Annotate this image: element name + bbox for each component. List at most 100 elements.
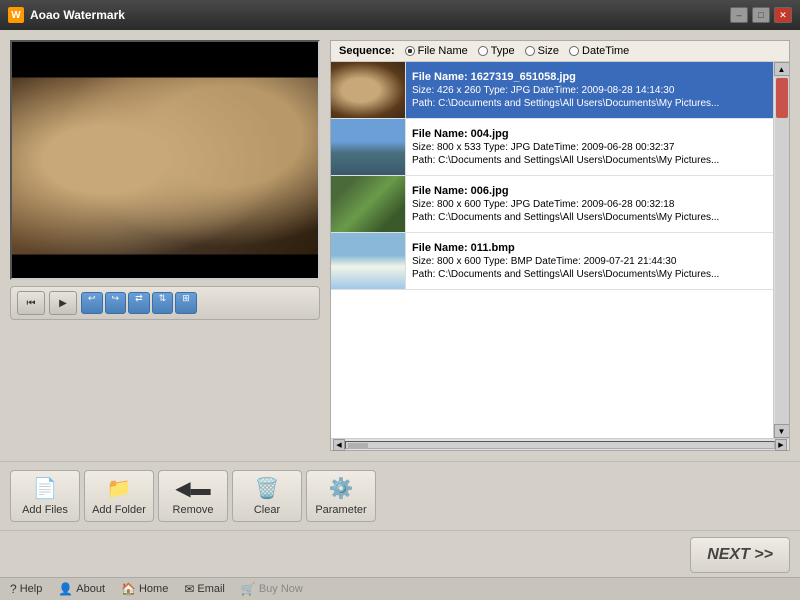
scroll-right-arrow[interactable]: ▶ [775,439,787,451]
h-scroll-track[interactable] [345,441,775,449]
file-item-3[interactable]: File Name: 006.jpg Size: 800 x 600 Type:… [331,176,773,233]
horizontal-scrollbar[interactable]: ◀ ▶ [331,438,789,450]
file-thumb-4 [331,233,406,289]
email-link[interactable]: ✉ Email [184,582,225,596]
sequence-label: Sequence: [339,45,395,57]
file-path-1: Path: C:\Documents and Settings\All User… [412,98,767,109]
window-controls: – □ ✕ [730,7,792,23]
file-meta-4: Size: 800 x 600 Type: BMP DateTime: 2009… [412,256,767,267]
bottom-area: NEXT >> [0,530,800,577]
right-panel: Sequence: File Name Type Size DateTime [330,40,790,451]
radio-size-label: Size [538,45,559,57]
clear-button[interactable]: 🗑️ Clear [232,470,302,522]
main-window: ⏮ ▶ ↩ ↪ ⇄ ⇅ ⊞ Sequence: File Name [0,30,800,600]
radio-type-label: Type [491,45,515,57]
about-icon: 👤 [58,582,73,596]
file-name-1: File Name: 1627319_651058.jpg [412,71,767,83]
content-area: ⏮ ▶ ↩ ↪ ⇄ ⇅ ⊞ Sequence: File Name [0,30,800,461]
play-button[interactable]: ▶ [49,291,77,315]
file-thumb-1 [331,62,406,118]
add-files-button[interactable]: 📄 Add Files [10,470,80,522]
video-image [12,42,318,278]
add-folder-label: Add Folder [92,504,146,516]
file-path-2: Path: C:\Documents and Settings\All User… [412,155,767,166]
file-name-4: File Name: 011.bmp [412,242,767,254]
left-panel: ⏮ ▶ ↩ ↪ ⇄ ⇅ ⊞ [10,40,320,451]
home-icon: 🏠 [121,582,136,596]
home-link[interactable]: 🏠 Home [121,582,168,596]
add-folder-icon: 📁 [107,476,132,501]
radio-datetime-label: DateTime [582,45,629,57]
file-item-1[interactable]: File Name: 1627319_651058.jpg Size: 426 … [331,62,773,119]
file-meta-3: Size: 800 x 600 Type: JPG DateTime: 2009… [412,199,767,210]
radio-filename[interactable]: File Name [405,45,468,57]
radio-size[interactable]: Size [525,45,559,57]
scroll-up-arrow[interactable]: ▲ [774,62,790,76]
h-scroll-thumb[interactable] [348,443,368,449]
add-folder-button[interactable]: 📁 Add Folder [84,470,154,522]
file-path-4: Path: C:\Documents and Settings\All User… [412,269,767,280]
help-label: Help [20,583,43,595]
rotate-left-button[interactable]: ↩ [81,292,103,314]
parameter-button[interactable]: ⚙️ Parameter [306,470,376,522]
parameter-icon: ⚙️ [329,476,354,501]
radio-size-circle [525,46,535,56]
app-icon: W [8,7,24,23]
vertical-scrollbar[interactable]: ▲ ▼ [773,62,789,438]
about-label: About [76,583,105,595]
radio-filename-label: File Name [418,45,468,57]
title-bar: W Aoao Watermark – □ ✕ [0,0,800,30]
email-icon: ✉ [184,582,194,596]
file-thumb-3 [331,176,406,232]
file-meta-1: Size: 426 x 260 Type: JPG DateTime: 2009… [412,85,767,96]
file-meta-2: Size: 800 x 533 Type: JPG DateTime: 2009… [412,142,767,153]
home-label: Home [139,583,168,595]
file-item-2[interactable]: File Name: 004.jpg Size: 800 x 533 Type:… [331,119,773,176]
file-info-2: File Name: 004.jpg Size: 800 x 533 Type:… [406,119,773,175]
remove-label: Remove [173,504,214,516]
clear-label: Clear [254,504,280,516]
email-label: Email [197,583,225,595]
prev-button[interactable]: ⏮ [17,291,45,315]
grid-button[interactable]: ⊞ [175,292,197,314]
next-button[interactable]: NEXT >> [690,537,790,573]
scroll-left-arrow[interactable]: ◀ [333,439,345,451]
help-link[interactable]: ? Help [10,582,42,596]
file-thumb-2 [331,119,406,175]
flip-h-button[interactable]: ⇄ [128,292,150,314]
sequence-bar: Sequence: File Name Type Size DateTime [331,41,789,62]
file-path-3: Path: C:\Documents and Settings\All User… [412,212,767,223]
radio-type-circle [478,46,488,56]
file-info-4: File Name: 011.bmp Size: 800 x 600 Type:… [406,233,773,289]
rotate-right-button[interactable]: ↪ [105,292,127,314]
scroll-down-arrow[interactable]: ▼ [774,424,790,438]
radio-type[interactable]: Type [478,45,515,57]
scroll-thumb[interactable] [776,78,788,118]
toolbar: 📄 Add Files 📁 Add Folder ◀▬ Remove 🗑️ Cl… [0,461,800,530]
file-name-2: File Name: 004.jpg [412,128,767,140]
close-button[interactable]: ✕ [774,7,792,23]
scroll-track[interactable] [775,76,789,424]
controls-bar: ⏮ ▶ ↩ ↪ ⇄ ⇅ ⊞ [10,286,320,320]
radio-filename-circle [405,46,415,56]
maximize-button[interactable]: □ [752,7,770,23]
file-info-3: File Name: 006.jpg Size: 800 x 600 Type:… [406,176,773,232]
file-info-1: File Name: 1627319_651058.jpg Size: 426 … [406,62,773,118]
about-link[interactable]: 👤 About [58,582,105,596]
flip-v-button[interactable]: ⇅ [152,292,174,314]
remove-icon: ◀▬ [175,476,210,501]
buy-now-icon: 🛒 [241,582,256,596]
video-preview [10,40,320,280]
radio-datetime[interactable]: DateTime [569,45,629,57]
app-title: Aoao Watermark [30,8,730,22]
remove-button[interactable]: ◀▬ Remove [158,470,228,522]
buy-now-link[interactable]: 🛒 Buy Now [241,582,303,596]
minimize-button[interactable]: – [730,7,748,23]
controls-group: ↩ ↪ ⇄ ⇅ ⊞ [81,292,197,314]
help-icon: ? [10,582,17,596]
add-files-icon: 📄 [33,476,58,501]
file-item-4[interactable]: File Name: 011.bmp Size: 800 x 600 Type:… [331,233,773,290]
list-with-scroll: File Name: 1627319_651058.jpg Size: 426 … [331,62,789,438]
file-list: File Name: 1627319_651058.jpg Size: 426 … [331,62,773,438]
parameter-label: Parameter [315,504,366,516]
